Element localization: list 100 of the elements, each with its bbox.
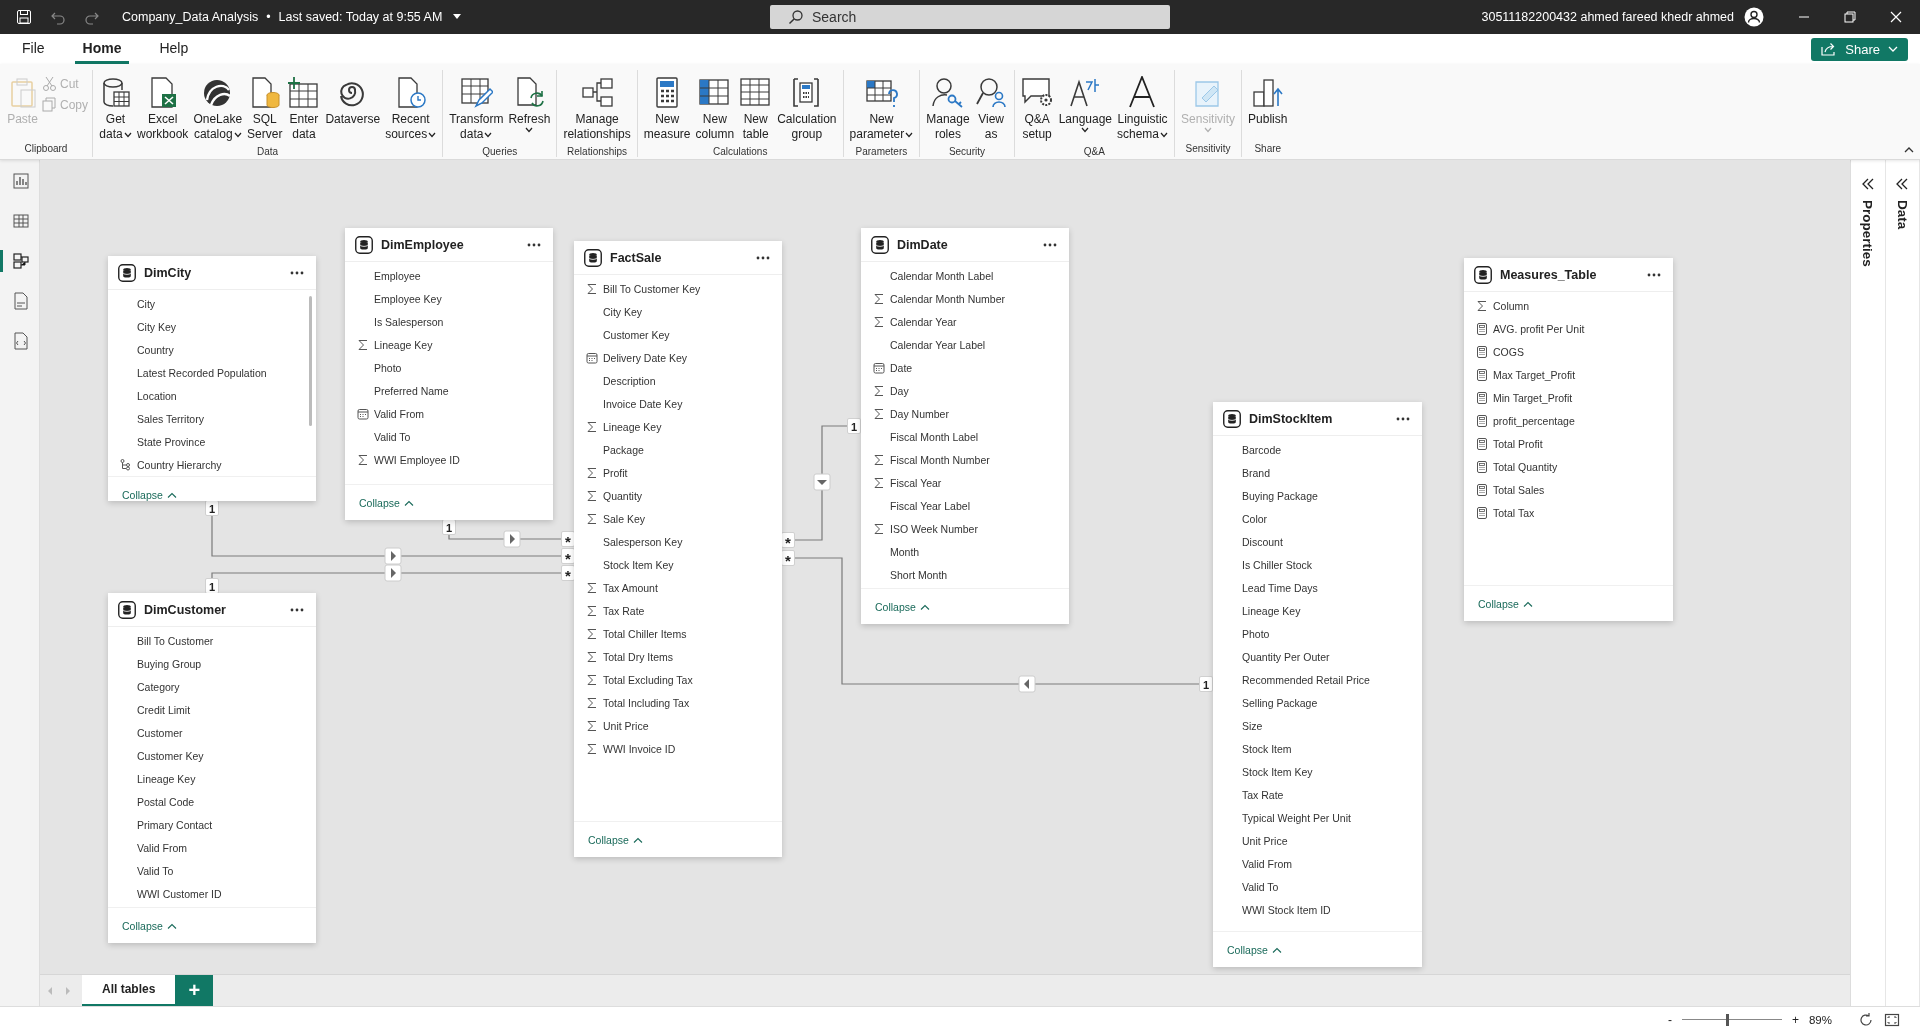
field-name[interactable]: Total Tax [1493,506,1535,519]
field-name[interactable]: Preferred Name [374,384,449,397]
field-name[interactable]: profit_percentage [1493,414,1575,427]
field-name[interactable]: Lineage Key [603,420,662,433]
field-name[interactable]: Photo [1242,627,1270,640]
pane-tab[interactable]: Data [1894,200,1910,230]
table-card[interactable] [861,228,1069,624]
field-name[interactable]: Stock Item Key [603,558,674,571]
field-name[interactable]: Total Chiller Items [603,627,687,640]
field-name[interactable]: ISO Week Number [890,522,978,535]
reset-icon[interactable] [1858,1011,1874,1028]
direction-icon[interactable] [1018,675,1036,693]
restore-icon[interactable] [1844,11,1856,23]
table-card[interactable]: Measures_Table Column AVG. profit Per Unit COGS Max Target_Profit Min Target_Profit profit_percentage Total Profit Total Quantity Total Sales Total Tax Collapse [1464,258,1673,621]
field-name[interactable]: Calendar Year [890,315,957,328]
field-name[interactable]: Bill To Customer [137,634,214,647]
ribbon-button[interactable]: New parameter [847,74,916,144]
field-name[interactable]: Credit Limit [137,703,191,716]
field-name[interactable]: Lead Time Days [1242,581,1318,594]
direction-icon[interactable] [813,473,831,491]
field-name[interactable]: Total Excluding Tax [603,673,693,686]
expand-icon[interactable] [1896,178,1909,190]
field-name[interactable]: Employee Key [374,292,442,305]
table-card[interactable]: DimEmployee Employee Employee Key Is Salesperson Lineage Key Photo Preferred Name Valid From Valid To WWI Employee ID Collapse [345,228,553,520]
field-name[interactable]: Buying Group [137,657,202,670]
field-name[interactable]: Customer Key [603,328,670,341]
field-name[interactable]: Photo [374,361,402,374]
field-name[interactable]: WWI Stock Item ID [1242,903,1331,916]
field-name[interactable]: Valid From [137,841,187,854]
field-name[interactable]: Lineage Key [374,338,433,351]
field-name[interactable]: Valid To [374,430,411,443]
ribbon-button[interactable]: Transform data [447,74,506,144]
zoom-out-button[interactable]: - [1667,1012,1672,1027]
field-name[interactable]: Latest Recorded Population [137,366,267,379]
field-name[interactable]: Sales Territory [137,412,204,425]
field-name[interactable]: Brand [1242,466,1271,479]
search-field[interactable]: Search [770,5,1170,29]
field-name[interactable]: Invoice Date Key [603,397,683,410]
collapse-link[interactable]: Collapse [1227,943,1282,956]
menu-tab[interactable]: File [14,34,53,64]
field-name[interactable]: City Key [603,305,643,318]
field-name[interactable]: Lineage Key [1242,604,1301,617]
field-name[interactable]: WWI Employee ID [374,453,460,466]
collapse-link[interactable]: Collapse [122,919,177,932]
caret-icon[interactable] [452,13,463,21]
table-card[interactable] [574,241,782,857]
menu-tab[interactable]: Help [151,34,197,64]
direction-icon[interactable] [384,547,402,565]
ribbon-button[interactable]: New column [693,74,737,144]
more-options-icon[interactable] [1647,272,1661,277]
ribbon-button[interactable]: Publish [1246,74,1290,129]
more-options-icon[interactable] [1043,242,1057,247]
field-name[interactable]: Calendar Month Label [890,269,994,282]
more-options-icon[interactable] [527,242,541,247]
field-name[interactable]: Valid To [1242,880,1279,893]
field-name[interactable]: Primary Contact [137,818,213,831]
page-tab[interactable]: All tables [82,974,176,1007]
field-name[interactable]: Quantity Per Outer [1242,650,1330,663]
direction-icon[interactable] [503,530,521,548]
more-options-icon[interactable] [290,270,304,275]
field-name[interactable]: Selling Package [1242,696,1318,709]
field-name[interactable]: Fiscal Month Number [890,453,990,466]
ribbon-button[interactable]: Enter data [285,74,323,144]
field-name[interactable]: Stock Item [1242,742,1292,755]
field-name[interactable]: Employee [374,269,421,282]
field-name[interactable]: Bill To Customer Key [603,282,701,295]
ribbon-button[interactable]: New table [737,74,775,144]
field-name[interactable]: City [137,297,156,310]
field-name[interactable]: COGS [1493,345,1524,358]
table-card[interactable]: DimCity City City Key Country Latest Recorded Population Location Sales Territory State Province Country Hierarchy Collapse [108,256,316,501]
ribbon-button[interactable]: OneLake catalog [191,74,245,144]
add-tab-button[interactable]: + [175,974,214,1007]
ribbon-button[interactable]: View as [972,74,1010,144]
field-name[interactable]: Tax Amount [603,581,658,594]
field-name[interactable]: Package [603,443,644,456]
field-name[interactable]: Country Hierarchy [137,458,222,471]
field-name[interactable]: Profit [603,466,628,479]
collapse-ribbon-icon[interactable] [1904,146,1914,153]
fit-to-page-icon[interactable] [1884,1011,1900,1028]
ribbon-button[interactable]: Excel workbook [135,74,191,144]
field-name[interactable]: Sale Key [603,512,646,525]
field-name[interactable]: WWI Invoice ID [603,742,676,755]
ribbon-button[interactable]: SQL Server [245,74,285,144]
field-name[interactable]: Valid From [374,407,424,420]
field-name[interactable]: Postal Code [137,795,195,808]
field-name[interactable]: Quantity [603,489,643,502]
direction-icon[interactable] [384,564,402,582]
close-icon[interactable] [1890,11,1902,23]
ribbon-button[interactable]: Manage relationships [561,74,633,144]
field-name[interactable]: Location [137,389,177,402]
field-name[interactable]: Description [603,374,656,387]
ribbon-button[interactable]: Q&A setup [1018,74,1056,144]
field-name[interactable]: State Province [137,435,206,448]
field-name[interactable]: Unit Price [603,719,649,732]
field-name[interactable]: Valid From [1242,857,1292,870]
scrollbar[interactable] [309,296,312,426]
collapse-link[interactable]: Collapse [1478,597,1533,610]
more-options-icon[interactable] [290,607,304,612]
field-name[interactable]: Recommended Retail Price [1242,673,1370,686]
pane-tab[interactable]: Properties [1860,200,1876,267]
